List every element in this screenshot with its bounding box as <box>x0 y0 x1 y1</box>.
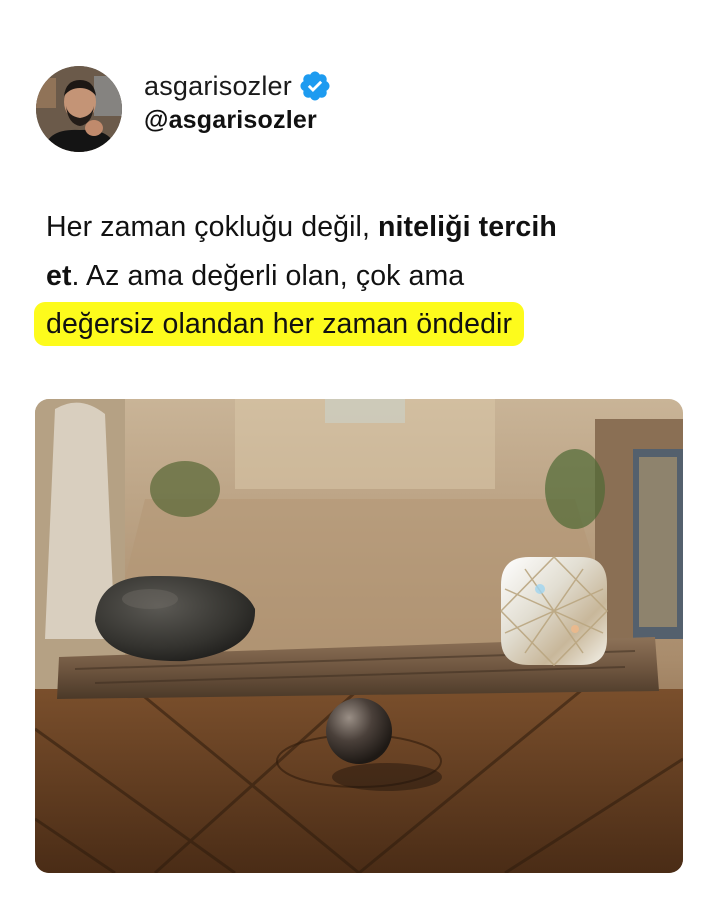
post-text-part1: Her zaman çokluğu değil, <box>46 211 379 243</box>
post-text-bold2: et <box>46 259 72 292</box>
post-text-part2: . Az ama değerli olan, çok ama <box>71 259 465 292</box>
display-name[interactable]: asgarisozler <box>144 71 292 102</box>
author-names: asgarisozler @asgarisozler <box>144 69 332 135</box>
verified-badge-icon <box>300 71 330 101</box>
post-text-highlight: değersiz olandan her zaman öndedir <box>34 302 525 346</box>
post-image[interactable] <box>35 399 683 873</box>
post-header: asgarisozler @asgarisozler <box>36 66 332 152</box>
avatar[interactable] <box>36 66 122 152</box>
display-name-row: asgarisozler <box>144 69 332 103</box>
user-handle[interactable]: @asgarisozler <box>144 106 332 135</box>
post-text: Her zaman çokluğu değil, niteliği tercih… <box>34 203 686 349</box>
post-text-bold1: niteliği tercih <box>378 211 557 243</box>
